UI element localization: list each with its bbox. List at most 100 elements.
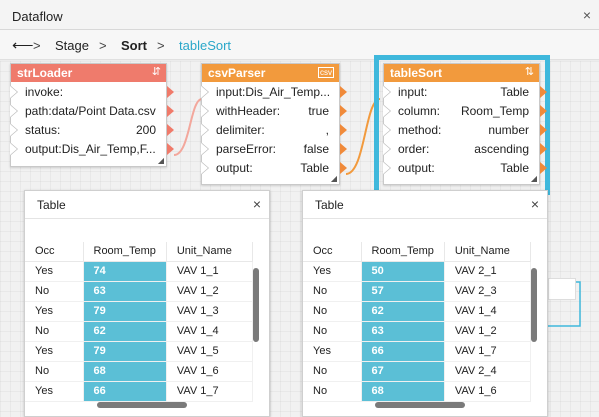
node-title: csvParser [208,66,266,80]
param-row-delimiter[interactable]: delimiter: , [201,120,347,139]
close-icon[interactable]: × [531,196,539,212]
table-row[interactable]: No 68 VAV 1_6 [303,381,531,402]
param-row-status[interactable]: status: 200 [10,120,174,139]
param-row-output[interactable]: output:Dis_Air_Temp,F... [10,139,174,158]
horizontal-scrollbar[interactable] [97,402,187,408]
resize-handle-icon[interactable]: ◢ [531,174,537,183]
table-cell: No [303,361,362,382]
input-port[interactable] [383,162,390,174]
node-header[interactable]: strLoader ⇵ [11,64,166,82]
input-port[interactable] [383,124,390,136]
param-row-input[interactable]: input: Table [383,82,547,101]
dataflow-window: Dataflow × ⟵ > Stage > Sort > tableSort … [0,0,599,417]
param-row-output[interactable]: output: Table [383,158,547,177]
input-port[interactable] [383,86,390,98]
output-port[interactable] [340,124,347,136]
breadcrumb-item-sort[interactable]: Sort [121,38,147,53]
param-row-method[interactable]: method: number [383,120,547,139]
back-arrow-icon[interactable]: ⟵ [12,36,34,54]
input-port[interactable] [201,86,208,98]
vertical-scrollbar[interactable] [253,268,259,342]
table-row[interactable]: No 63 VAV 1_2 [25,281,253,302]
param-row-column[interactable]: column: Room_Temp [383,101,547,120]
vertical-scrollbar[interactable] [531,268,537,342]
input-port[interactable] [10,143,17,155]
output-port[interactable] [540,162,547,174]
panel-header[interactable]: Table × [303,191,547,219]
horizontal-scrollbar[interactable] [375,402,465,408]
node-csvparser[interactable]: csvParser csv input:Dis_Air_Temp... with… [201,63,347,185]
table-cell: VAV 1_2 [444,321,531,342]
output-port[interactable] [540,143,547,155]
breadcrumb-item-stage[interactable]: Stage [55,38,89,53]
table-row[interactable]: No 57 VAV 2_3 [303,281,531,302]
minimap-thumbnail[interactable] [548,278,576,300]
table-cell: Yes [25,261,84,282]
column-header[interactable]: Unit_Name [444,242,531,262]
param-key: parseError: [216,142,277,156]
table-row[interactable]: No 63 VAV 1_2 [303,321,531,342]
table-row[interactable]: No 67 VAV 2_4 [303,361,531,382]
param-row-input[interactable]: input:Dis_Air_Temp... [201,82,347,101]
sort-icon: ⇅ [524,66,534,78]
panel-title: Table [37,198,66,212]
table-row[interactable]: Yes 50 VAV 2_1 [303,261,531,282]
param-value: number [488,123,529,137]
output-port[interactable] [540,105,547,117]
table-row[interactable]: Yes 74 VAV 1_1 [25,261,253,282]
input-port[interactable] [383,105,390,117]
output-port[interactable] [540,124,547,136]
table-row[interactable]: No 62 VAV 1_4 [303,301,531,322]
resize-handle-icon[interactable]: ◢ [158,156,164,165]
param-key: order: [398,142,430,156]
node-header[interactable]: tableSort ⇅ [384,64,539,82]
column-header[interactable]: Occ [25,242,84,262]
table-panel-left[interactable]: Table × Occ Room_Temp Unit_Name Yes 74 VAV 1_… [24,190,270,417]
panel-header[interactable]: Table × [25,191,269,219]
resize-handle-icon[interactable]: ◢ [331,174,337,183]
output-port[interactable] [167,124,174,136]
input-port[interactable] [201,162,208,174]
output-port[interactable] [340,143,347,155]
input-port[interactable] [10,105,17,117]
breadcrumb-item-tablesort[interactable]: tableSort [179,38,231,53]
param-key: withHeader: [216,104,281,118]
output-port[interactable] [167,105,174,117]
table-row[interactable]: No 62 VAV 1_4 [25,321,253,342]
table-row[interactable]: Yes 79 VAV 1_3 [25,301,253,322]
input-port[interactable] [10,124,17,136]
table-panel-right[interactable]: Table × Occ Room_Temp Unit_Name Yes 50 VAV 2_… [302,190,548,417]
param-row-invoke[interactable]: invoke: [10,82,174,101]
param-row-order[interactable]: order: ascending [383,139,547,158]
input-port[interactable] [383,143,390,155]
param-row-path[interactable]: path:data/Point Data.csv [10,101,174,120]
input-port[interactable] [201,143,208,155]
param-row-withheader[interactable]: withHeader: true [201,101,347,120]
node-header[interactable]: csvParser csv [202,64,339,82]
output-port[interactable] [340,86,347,98]
input-port[interactable] [201,105,208,117]
column-header[interactable]: Room_Temp [83,242,167,262]
table-cell: No [25,361,84,382]
close-icon[interactable]: × [253,196,261,212]
table-row[interactable]: Yes 66 VAV 1_7 [25,381,253,402]
output-port[interactable] [540,86,547,98]
column-header[interactable]: Room_Temp [361,242,445,262]
output-port[interactable] [340,162,347,174]
table-row[interactable]: Yes 79 VAV 1_5 [25,341,253,362]
close-icon[interactable]: × [583,7,591,23]
output-port[interactable] [167,86,174,98]
param-row-parseerror[interactable]: parseError: false [201,139,347,158]
column-header[interactable]: Unit_Name [166,242,253,262]
table-row[interactable]: No 68 VAV 1_6 [25,361,253,382]
output-port[interactable] [340,105,347,117]
table-cell: 66 [361,341,445,362]
input-port[interactable] [10,86,17,98]
output-port[interactable] [167,143,174,155]
node-tablesort[interactable]: tableSort ⇅ input: Table column: Room_Te… [383,63,547,185]
input-port[interactable] [201,124,208,136]
node-strloader[interactable]: strLoader ⇵ invoke: path:data/Point Data… [10,63,174,167]
column-header[interactable]: Occ [303,242,362,262]
table-row[interactable]: Yes 66 VAV 1_7 [303,341,531,362]
param-row-output[interactable]: output: Table [201,158,347,177]
